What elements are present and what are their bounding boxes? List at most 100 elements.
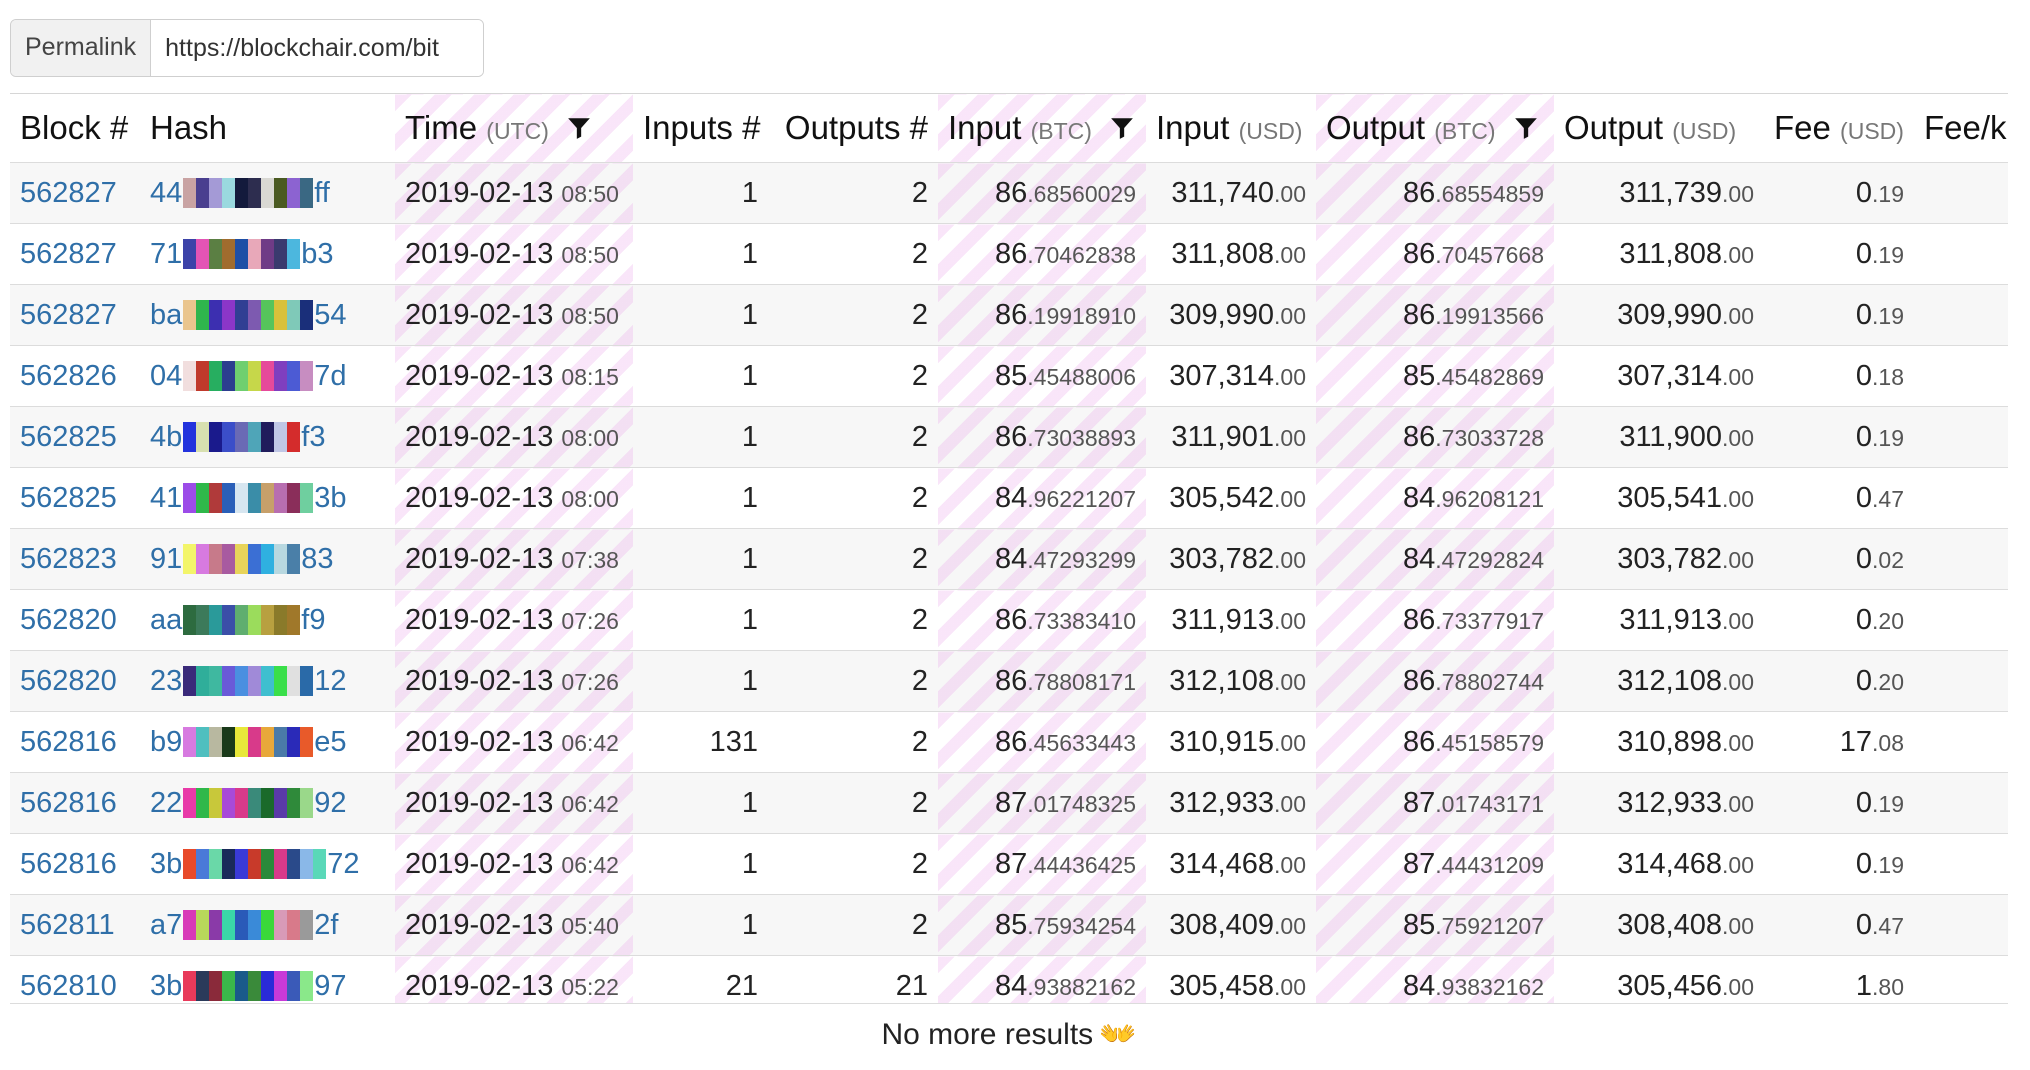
input-usd-cell: 305,542.00 [1146,467,1316,529]
output-btc-cell: 84.47292824 [1316,528,1554,590]
block-link[interactable]: 562827 [20,299,117,331]
hash-link-end[interactable]: f3 [301,421,325,454]
hash-color-swatch [209,666,223,696]
hash-link-end[interactable]: 92 [314,787,346,820]
time-text: 08:00 [561,485,619,512]
col-outputs[interactable]: Outputs # [768,94,938,163]
block-link[interactable]: 562826 [20,360,117,392]
block-link[interactable]: 562827 [20,238,117,270]
inputs-cell: 1 [633,894,768,956]
hash-link-start[interactable]: 3b [150,970,182,1003]
hash-link-end[interactable]: 2f [314,909,338,942]
hash-cell: b9 e5 [140,711,395,773]
hash-cell: 91 83 [140,528,395,590]
hash-link-start[interactable]: 3b [150,848,182,881]
hash-link-end[interactable]: e5 [314,726,346,759]
hash-link-start[interactable]: 22 [150,787,182,820]
output-usd-cell: 305,541.00 [1554,467,1764,529]
table-row[interactable]: 562826 04 7d 2019-02-13 08:15 1 2 85.45488006 3… [10,345,2008,407]
block-link[interactable]: 562825 [20,482,117,514]
outputs-cell: 2 [768,772,938,834]
block-link[interactable]: 562820 [20,604,117,636]
col-output-usd[interactable]: Output (USD) [1554,94,1764,163]
col-fee-kb[interactable]: Fee/kB [1914,94,2008,163]
hash-color-strip [183,422,301,452]
col-fee-usd-unit: (USD) [1840,118,1904,144]
hash-link-start[interactable]: 04 [150,360,182,393]
hash-cell: 04 7d [140,345,395,407]
hash-link-end[interactable]: 12 [314,665,346,698]
hash-color-swatch [248,422,262,452]
time-cell: 2019-02-13 05:40 [395,894,633,956]
output-btc-cell: 84.93832162 [1316,955,1554,1003]
block-link[interactable]: 562825 [20,421,117,453]
col-time[interactable]: Time (UTC) [395,93,633,163]
hash-link-end[interactable]: 3b [314,482,346,515]
table-row[interactable]: 562820 23 12 2019-02-13 07:26 1 2 86.78808171 3… [10,650,2008,712]
hash-link-end[interactable]: 72 [327,848,359,881]
hash-link-start[interactable]: 44 [150,177,182,210]
filter-icon[interactable] [1109,115,1135,141]
col-hash[interactable]: Hash [140,94,395,163]
table-row[interactable]: 562810 3b 97 2019-02-13 05:22 21 21 84.9388216… [10,955,2008,1003]
hash-link-start[interactable]: 4b [150,421,182,454]
hash-color-swatch [222,605,236,635]
permalink-button[interactable]: Permalink [11,20,152,76]
hash-link-start[interactable]: b9 [150,726,182,759]
block-link[interactable]: 562811 [20,909,115,941]
hash-color-swatch [300,666,314,696]
col-block[interactable]: Block # [10,94,140,163]
table-row[interactable]: 562816 3b 72 2019-02-13 06:42 1 2 87.44436425 3… [10,833,2008,895]
hash-link-end[interactable]: 7d [314,360,346,393]
input-btc-cell: 84.96221207 [938,467,1146,529]
table-row[interactable]: 562825 41 3b 2019-02-13 08:00 1 2 84.96221207 3… [10,467,2008,529]
table-row[interactable]: 562820 aa f9 2019-02-13 07:26 1 2 86.73383410 3… [10,589,2008,651]
table-row[interactable]: 562823 91 83 2019-02-13 07:38 1 2 84.47293299 3… [10,528,2008,590]
block-link[interactable]: 562810 [20,970,117,1002]
block-link[interactable]: 562823 [20,543,117,575]
table-row[interactable]: 562827 71 b3 2019-02-13 08:50 1 2 86.70462838 3… [10,223,2008,285]
hash-link-end[interactable]: ff [314,177,330,210]
hash-link-start[interactable]: 23 [150,665,182,698]
table-row[interactable]: 562827 ba 54 2019-02-13 08:50 1 2 86.19918910 3… [10,284,2008,346]
hash-link-start[interactable]: 71 [150,238,182,271]
col-output-btc[interactable]: Output (BTC) [1316,93,1554,163]
table-row[interactable]: 562816 22 92 2019-02-13 06:42 1 2 87.01748325 3… [10,772,2008,834]
table-row[interactable]: 562811 a7 2f 2019-02-13 05:40 1 2 85.75934254 3… [10,894,2008,956]
block-link[interactable]: 562816 [20,787,117,819]
input-usd-cell: 312,108.00 [1146,650,1316,712]
hash-link-end[interactable]: b3 [301,238,333,271]
fee-kb-cell: 0.00 [1914,162,2008,224]
hash-color-swatch [287,300,301,330]
date-text: 2019-02-13 [405,725,554,758]
block-link[interactable]: 562820 [20,665,117,697]
col-inputs[interactable]: Inputs # [633,94,768,163]
hash-link-start[interactable]: ba [150,299,182,332]
hash-link-start[interactable]: 91 [150,543,182,576]
col-fee-usd[interactable]: Fee (USD) [1764,94,1914,163]
hash-link-start[interactable]: aa [150,604,182,637]
hash-link-end[interactable]: 54 [314,299,346,332]
permalink-field[interactable] [151,20,484,76]
output-btc-cell: 86.73033728 [1316,406,1554,468]
col-input-usd[interactable]: Input (USD) [1146,94,1316,163]
table-row[interactable]: 562825 4b f3 2019-02-13 08:00 1 2 86.73038893 3… [10,406,2008,468]
table-row[interactable]: 562827 44 ff 2019-02-13 08:50 1 2 86.68560029 3… [10,162,2008,224]
hash-color-swatch [274,666,288,696]
filter-icon[interactable] [1513,115,1539,141]
hash-color-swatch [287,422,301,452]
block-link[interactable]: 562816 [20,726,117,758]
block-link[interactable]: 562816 [20,848,117,880]
block-link[interactable]: 562827 [20,177,117,209]
no-more-results: No more results 👐 [10,1003,2008,1066]
hash-link-end[interactable]: f9 [301,604,325,637]
hash-link-end[interactable]: 97 [314,970,346,1003]
hash-color-swatch [274,483,288,513]
filter-icon[interactable] [566,115,592,141]
hash-link-start[interactable]: 41 [150,482,182,515]
col-input-btc[interactable]: Input (BTC) [938,93,1146,163]
hash-link-end[interactable]: 83 [301,543,333,576]
inputs-cell: 1 [633,345,768,407]
hash-link-start[interactable]: a7 [150,909,182,942]
table-row[interactable]: 562816 b9 e5 2019-02-13 06:42 131 2 86.4563344… [10,711,2008,773]
